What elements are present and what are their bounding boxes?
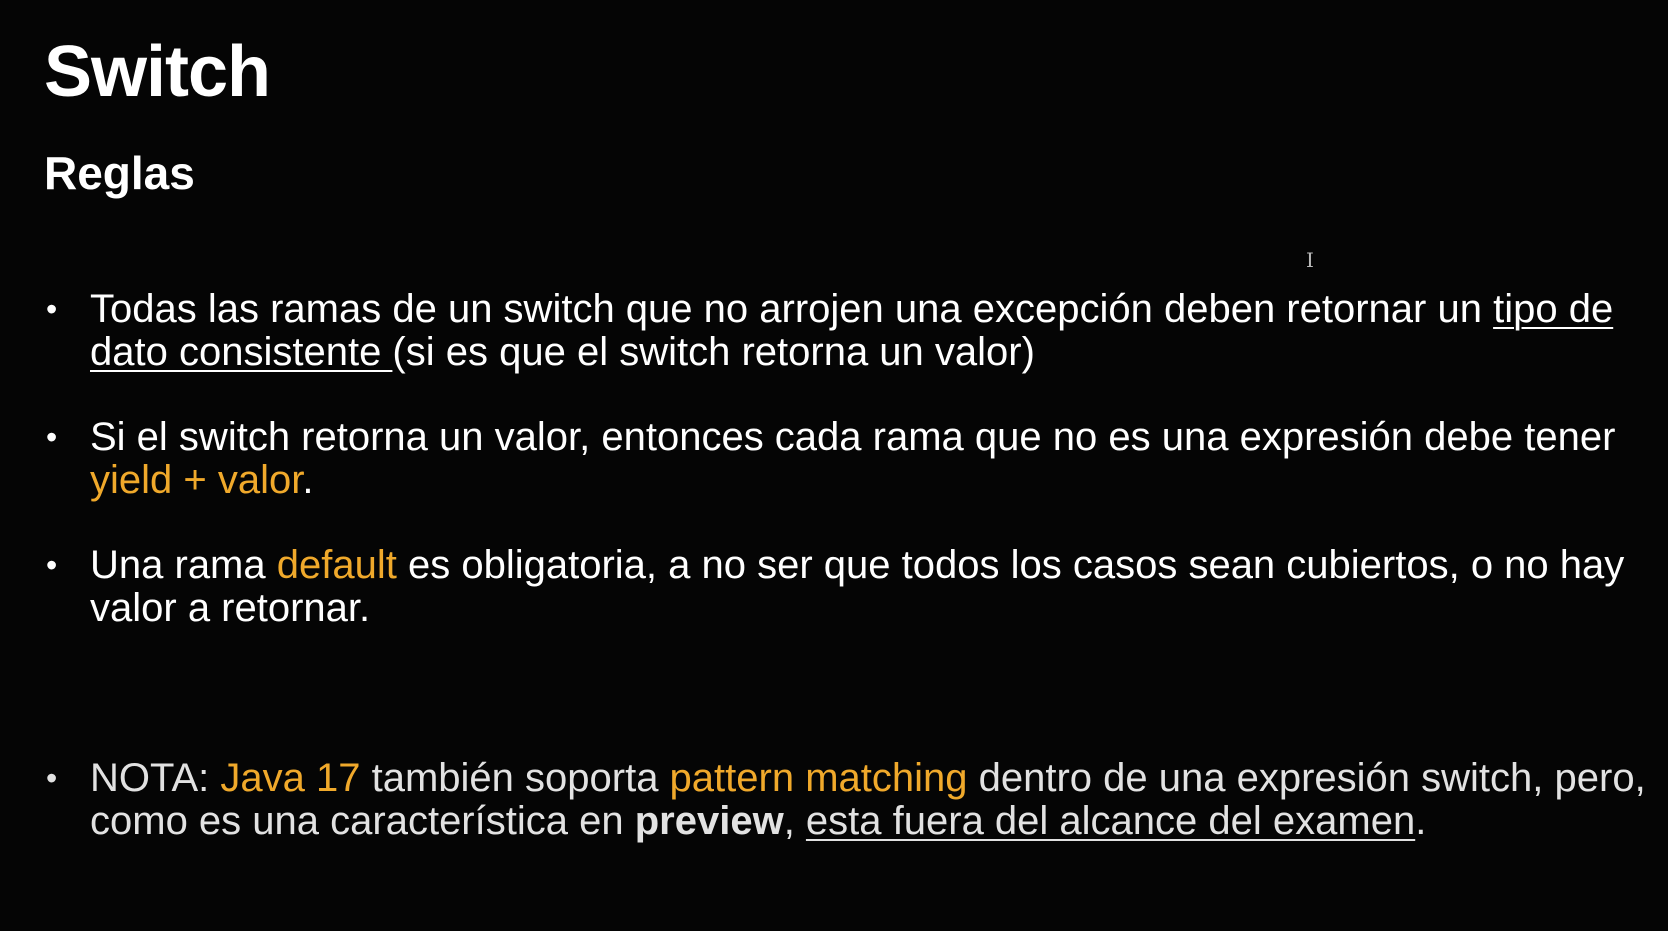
bullet-text: Una rama default es obligatoria, a no se… (90, 544, 1660, 630)
bullet-text-part: Todas las ramas de un switch que no arro… (90, 287, 1494, 331)
bold-keyword: preview (634, 799, 784, 843)
bullet-dot-icon: • (46, 760, 58, 796)
underlined-phrase: esta fuera del alcance del examen (805, 799, 1416, 843)
slide-subtitle: Reglas (44, 147, 195, 199)
bullet-text-part: NOTA: (90, 756, 221, 800)
bullet-text-part: . (1415, 799, 1427, 843)
bullet-text-part: . (302, 458, 314, 502)
highlighted-keyword: pattern matching (669, 756, 968, 800)
bullet-text-part: también soporta (360, 756, 670, 800)
bullet-text: Si el switch retorna un valor, entonces … (90, 416, 1660, 502)
highlighted-keyword: Java 17 (220, 756, 361, 800)
bullet-dot-icon: • (46, 547, 58, 583)
bullet-dot-icon: • (46, 291, 58, 327)
bullet-dot-icon: • (46, 419, 58, 455)
highlighted-keyword: default (276, 543, 397, 587)
highlighted-keyword: yield + valor (90, 458, 303, 502)
text-cursor-icon: I (1306, 248, 1314, 272)
bullet-text: Todas las ramas de un switch que no arro… (90, 288, 1660, 374)
slide-title: Switch (44, 32, 271, 112)
bullet-text-part: Una rama (90, 543, 277, 587)
slide: Switch Reglas • Todas las ramas de un sw… (0, 0, 1668, 931)
bullet-text-part: Si el switch retorna un valor, entonces … (90, 415, 1616, 459)
bullet-text-part: (si es que el switch retorna un valor) (392, 330, 1035, 374)
bullet-text: NOTA: Java 17 también soporta pattern ma… (90, 757, 1660, 843)
bullet-text-part: , (783, 799, 806, 843)
